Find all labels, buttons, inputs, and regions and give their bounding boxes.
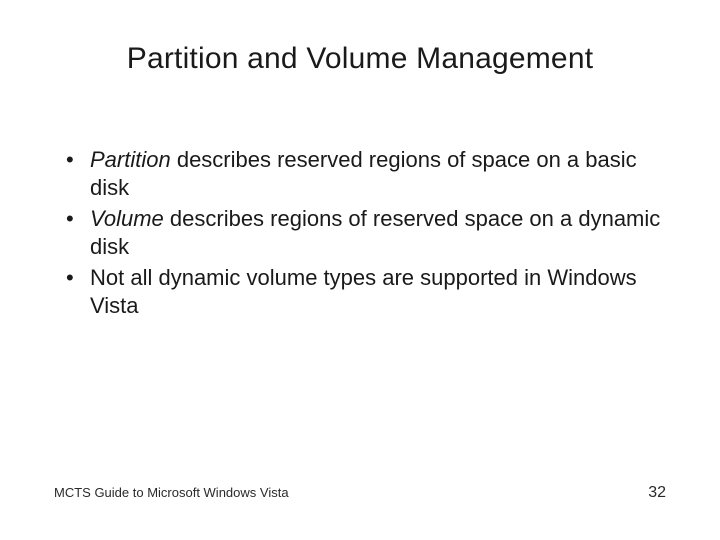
bullet-italic-term: Volume — [90, 206, 164, 231]
bullet-list: Partition describes reserved regions of … — [54, 146, 666, 319]
bullet-text: Not all dynamic volume types are support… — [90, 265, 637, 318]
slide-footer: MCTS Guide to Microsoft Windows Vista 32 — [54, 484, 666, 502]
bullet-item: Not all dynamic volume types are support… — [60, 264, 666, 319]
bullet-text: describes reserved regions of space on a… — [90, 147, 637, 200]
bullet-italic-term: Partition — [90, 147, 171, 172]
bullet-item: Volume describes regions of reserved spa… — [60, 205, 666, 260]
bullet-text: describes regions of reserved space on a… — [90, 206, 660, 259]
page-number: 32 — [648, 484, 666, 502]
slide-title: Partition and Volume Management — [54, 42, 666, 76]
bullet-item: Partition describes reserved regions of … — [60, 146, 666, 201]
slide: Partition and Volume Management Partitio… — [0, 0, 720, 540]
footer-source: MCTS Guide to Microsoft Windows Vista — [54, 485, 289, 500]
